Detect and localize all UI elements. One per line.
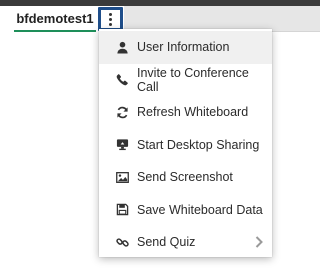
menu-item-start-desktop-sharing[interactable]: Start Desktop Sharing [99,129,272,162]
menu-item-save-whiteboard-data[interactable]: Save Whiteboard Data [99,194,272,227]
phone-icon [115,73,129,87]
more-options-button[interactable] [98,7,123,31]
image-icon [115,170,129,184]
user-tab[interactable]: bfdemotest1 [14,6,96,32]
menu-item-send-screenshot[interactable]: Send Screenshot [99,161,272,194]
user-icon [115,40,129,54]
menu-item-label: Refresh Whiteboard [137,105,249,120]
chevron-right-icon [255,236,263,248]
menu-item-invite-conference-call[interactable]: Invite to Conference Call [99,64,272,97]
user-context-menu: User Information Invite to Conference Ca… [99,29,272,257]
menu-item-refresh-whiteboard[interactable]: Refresh Whiteboard [99,96,272,129]
refresh-icon [115,105,129,119]
menu-item-send-quiz[interactable]: Send Quiz [99,226,272,259]
menu-item-label: Invite to Conference Call [137,65,249,94]
menu-item-user-information[interactable]: User Information [99,31,272,64]
quiz-link-icon [115,235,129,249]
menu-item-label: Send Screenshot [137,170,233,185]
menu-item-label: User Information [137,40,230,55]
user-tab-label: bfdemotest1 [16,10,94,26]
save-icon [115,203,129,217]
desktop-share-icon [115,138,129,152]
menu-item-label: Send Quiz [137,235,196,250]
vertical-ellipsis-icon [109,12,112,26]
menu-item-label: Save Whiteboard Data [137,202,263,217]
menu-item-label: Start Desktop Sharing [137,137,260,152]
